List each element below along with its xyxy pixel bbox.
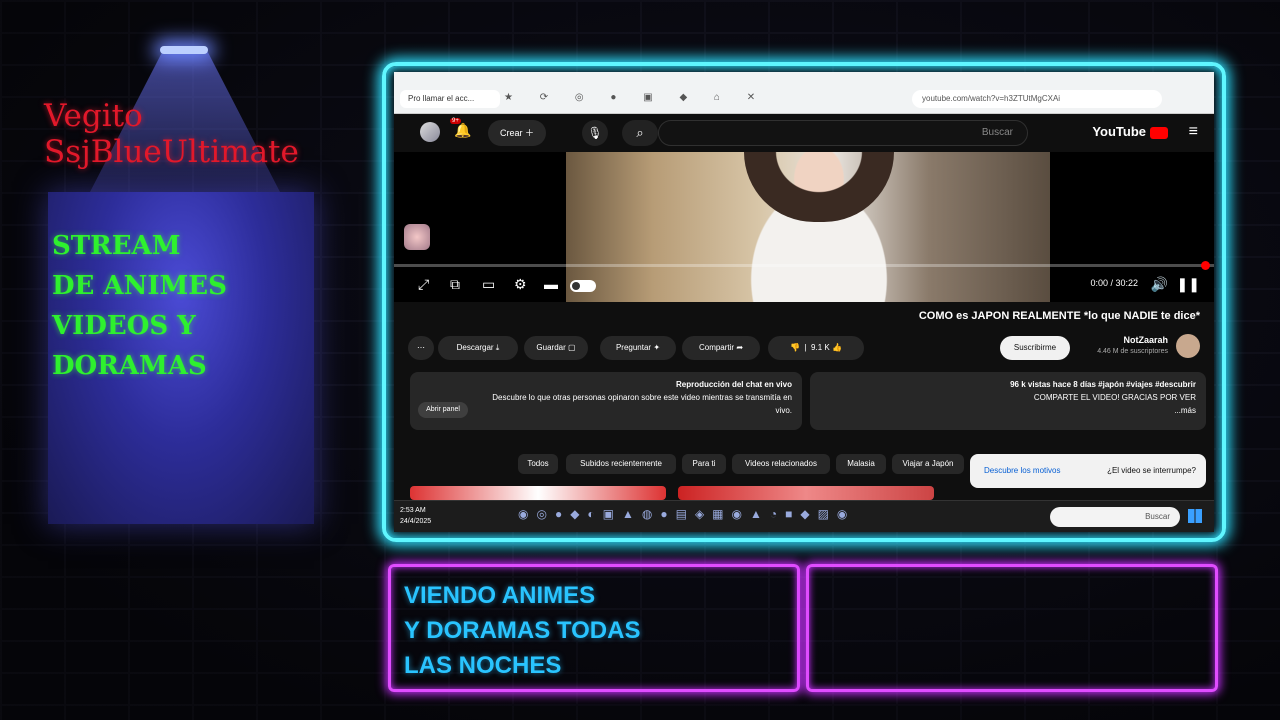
search-icon[interactable]: ⌕ — [622, 120, 658, 146]
notification-badge: 9+ — [450, 118, 461, 124]
clock-date: 24/4/2025 — [400, 518, 432, 525]
address-bar[interactable]: youtube.com/watch?v=h3ZTUtMgCXAi — [912, 90, 1162, 108]
chat-replay-panel: Reproducción del chat en vivo Descubre l… — [410, 372, 802, 430]
stream-line: DORAMAS — [52, 351, 207, 381]
progress-bar[interactable] — [394, 261, 1214, 270]
extension-icons[interactable]: ★ ⟳ ◎ ● ▣ ◆ ⌂ ✕ — [504, 92, 767, 103]
description-text: COMPARTE EL VIDEO! GRACIAS POR VER — [1033, 393, 1196, 402]
message-line: LAS NOCHES — [404, 652, 562, 679]
notifications-icon[interactable]: 🔔 9+ — [450, 118, 471, 139]
streamer-name-line-1: Vegito — [44, 98, 143, 134]
description-meta: 96 k vistas hace 8 días #japón #viajes #… — [1010, 380, 1196, 389]
video-time: 0:00 / 30:22 — [1090, 278, 1138, 288]
message-line: VIENDO ANIMES — [404, 582, 596, 609]
download-button[interactable]: Descargar ⤓ — [438, 336, 518, 360]
message-line: Y DORAMAS TODAS — [404, 617, 641, 644]
search-input[interactable]: Buscar — [658, 120, 1028, 146]
stream-line: STREAM — [52, 231, 181, 261]
windows-taskbar: 2:53 AM 24/4/2025 ◉◎●◆◐▣▲◍●▤◈▦◉▲◔■◆▨◉ Bu… — [394, 500, 1214, 532]
windows-start-icon[interactable] — [1188, 509, 1202, 523]
chip-for-you[interactable]: Para ti — [682, 454, 726, 474]
like-dislike-group[interactable]: 👎 | 9.1 K 👍 — [768, 336, 864, 360]
voice-search-icon[interactable]: 🎙 — [582, 120, 608, 146]
subtitles-icon[interactable]: ▭ — [482, 276, 495, 293]
streamer-name-line-2: SsjBlueUltimate — [44, 134, 299, 170]
streamer-name: Vegito SsjBlueUltimate — [44, 98, 299, 170]
chip-recent[interactable]: Subidos recientemente — [566, 454, 676, 474]
channel-avatar[interactable] — [1176, 334, 1200, 358]
chip-related[interactable]: Videos relacionados — [732, 454, 830, 474]
clock-time: 2:53 AM — [400, 507, 426, 514]
browser-chrome: Pro llamar el acc... ★ ⟳ ◎ ● ▣ ◆ ⌂ ✕ you… — [394, 72, 1214, 114]
youtube-header: 🔔 9+ Crear ＋ 🎙 ⌕ Buscar YouTube ≡ — [394, 114, 1214, 152]
help-question: ¿El video se interrumpe? — [1107, 466, 1196, 475]
taskbar-app-icons[interactable]: ◉◎●◆◐▣▲◍●▤◈▦◉▲◔■◆▨◉ — [518, 507, 855, 521]
video-title: COMO es JAPON REALMENTE *lo que NADIE te… — [918, 310, 1200, 322]
chat-replay-text: Descubre lo que otras personas opinaron … — [492, 393, 792, 415]
theater-icon[interactable]: ▬ — [544, 276, 558, 292]
youtube-logo[interactable]: YouTube — [1092, 124, 1168, 139]
recommended-thumbnail[interactable] — [678, 486, 934, 500]
create-button[interactable]: Crear ＋ — [488, 120, 546, 146]
message-text: VIENDO ANIMES Y DORAMAS TODAS LAS NOCHES — [404, 578, 640, 683]
chip-todos[interactable]: Todos — [518, 454, 558, 474]
more-actions-icon[interactable]: ⋯ — [408, 336, 434, 360]
settings-icon[interactable]: ⚙ — [514, 276, 527, 293]
menu-icon[interactable]: ≡ — [1189, 123, 1198, 141]
wall-lamp — [160, 46, 208, 54]
subscribe-button[interactable]: Suscribirme — [1000, 336, 1070, 360]
taskbar-clock[interactable]: 2:53 AM 24/4/2025 — [400, 505, 431, 527]
channel-name[interactable]: NotZaarah — [1123, 335, 1168, 345]
user-avatar[interactable] — [420, 122, 440, 142]
stream-line: VIDEOS Y — [52, 311, 196, 341]
chat-replay-title: Reproducción del chat en vivo — [675, 380, 792, 389]
description-box[interactable]: 96 k vistas hace 8 días #japón #viajes #… — [810, 372, 1206, 430]
fullscreen-icon[interactable]: ⤢ — [418, 276, 429, 293]
share-button[interactable]: Compartir ➦ — [682, 336, 760, 360]
playback-help-banner: Descubre los motivos ¿El video se interr… — [970, 454, 1206, 488]
sticker-image — [404, 224, 430, 250]
help-link[interactable]: Descubre los motivos — [984, 454, 1060, 488]
stream-description: STREAM DE ANIMES VIDEOS Y DORAMAS — [52, 226, 227, 386]
video-player[interactable]: ⤢ ⧉ ▭ ⚙ ▬ 0:00 / 30:22 🔊 ❚❚ — [394, 152, 1214, 302]
player-controls: ⤢ ⧉ ▭ ⚙ ▬ 0:00 / 30:22 🔊 ❚❚ — [394, 272, 1214, 300]
show-more-link[interactable]: ...más — [820, 404, 1196, 417]
recommended-thumbnail[interactable] — [410, 486, 666, 500]
create-label: Crear — [499, 128, 523, 138]
ask-button[interactable]: Preguntar ✦ — [600, 336, 676, 360]
empty-box — [806, 564, 1218, 692]
miniplayer-icon[interactable]: ⧉ — [450, 276, 460, 293]
chip-malasia[interactable]: Malasia — [836, 454, 886, 474]
taskbar-search-input[interactable]: Buscar — [1050, 507, 1180, 527]
captured-screen: Pro llamar el acc... ★ ⟳ ◎ ● ▣ ◆ ⌂ ✕ you… — [394, 72, 1214, 532]
like-count: 9.1 K — [811, 343, 830, 352]
save-button[interactable]: Guardar ▢ — [524, 336, 588, 360]
stream-line: DE ANIMES — [52, 271, 227, 301]
progress-scrubber[interactable] — [1201, 261, 1210, 270]
autoplay-toggle[interactable] — [570, 280, 596, 292]
youtube-play-icon — [1150, 126, 1168, 139]
pause-icon[interactable]: ❚❚ — [1177, 276, 1200, 293]
open-chat-button[interactable]: Abrir panel — [418, 402, 468, 418]
volume-icon[interactable]: 🔊 — [1151, 276, 1168, 293]
subscriber-count: 4.46 M de suscriptores — [1097, 348, 1168, 355]
chip-japan[interactable]: Viajar a Japón — [892, 454, 964, 474]
browser-tab[interactable]: Pro llamar el acc... — [400, 90, 500, 108]
